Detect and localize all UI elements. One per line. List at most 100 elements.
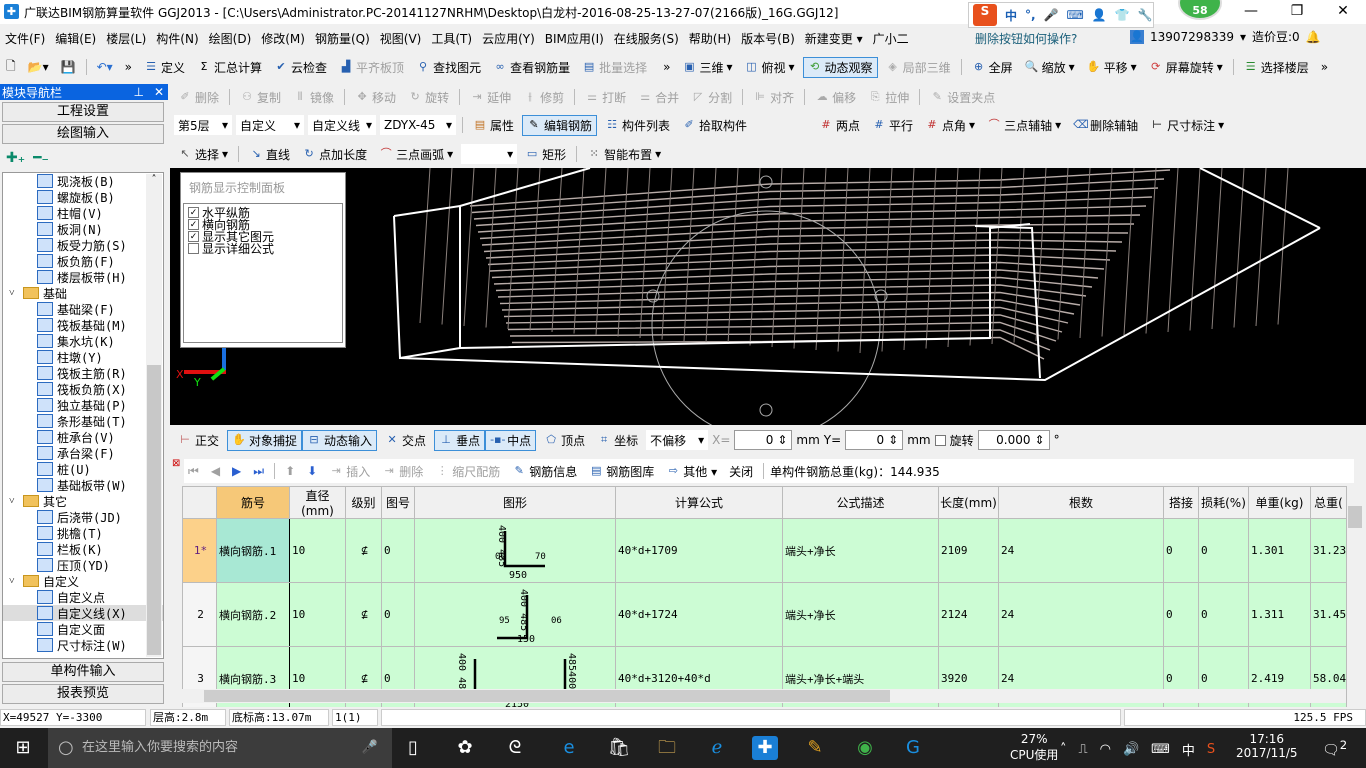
screen-rotate-button[interactable]: ⟳ 屏幕旋转 ▾ <box>1145 58 1227 77</box>
tree-item[interactable]: 筏板基础(M) <box>3 317 163 333</box>
menu-item[interactable]: 钢筋量(Q) <box>310 30 375 47</box>
cell-count[interactable]: 24 <box>998 582 1164 647</box>
cell-desc[interactable]: 端头+净长 <box>782 582 939 647</box>
menu-item[interactable]: 广小二 <box>868 30 914 47</box>
cloud-check-button[interactable]: ✔ 云检查 <box>270 58 331 77</box>
cell-loss[interactable]: 0 <box>1198 518 1249 583</box>
arc-mode-select[interactable]: ▾ <box>461 144 518 164</box>
save-icon[interactable]: 💾 <box>57 59 80 75</box>
overflow-icon[interactable]: » <box>1317 59 1332 75</box>
move-up-icon[interactable]: ⬆ <box>281 463 299 479</box>
fan-app-icon[interactable]: ✿ <box>452 736 478 760</box>
cell-len[interactable]: 2124 <box>938 582 999 647</box>
component-list-button[interactable]: ☷ 构件列表 <box>601 116 674 135</box>
coordinate-button[interactable]: ⌗ 坐标 <box>593 431 642 450</box>
volume-icon[interactable]: 🔊 <box>1123 742 1139 757</box>
cell-name[interactable]: 横向钢筋.1 <box>216 518 290 583</box>
tree-item[interactable]: 板负筋(F) <box>3 253 163 269</box>
3d-viewport[interactable]: 钢筋显示控制面板 ✓ 水平纵筋 ✓ 横向钢筋 ✓ 显示其它图元 显示详细公式 X Y <box>170 168 1366 425</box>
type-select[interactable]: 自定义 ▾ <box>236 115 304 135</box>
cell-grade[interactable]: ⊈ <box>345 582 382 647</box>
three-point-axis-button[interactable]: ⌒ 三点辅轴 ▾ <box>983 116 1065 135</box>
maximize-button[interactable]: ❐ <box>1274 0 1320 24</box>
pin-icon[interactable]: ⊥ <box>133 85 143 99</box>
column-header[interactable]: 筋号 <box>216 486 290 519</box>
tree-item[interactable]: 板受力筋(S) <box>3 237 163 253</box>
tree-item[interactable]: 集水坑(K) <box>3 333 163 349</box>
tree-item[interactable]: 板洞(N) <box>3 221 163 237</box>
offset-select[interactable]: 不偏移 ▾ <box>646 430 709 450</box>
ime-indicator[interactable]: 中 <box>1182 740 1195 759</box>
edit-tool-button[interactable]: ✎ 设置夹点 <box>926 88 999 107</box>
edit-rebar-button[interactable]: ✎ 编辑钢筋 <box>522 114 598 136</box>
cell-fig[interactable]: 0 <box>381 518 415 583</box>
rebar-library-button[interactable]: ▤ 钢筋图库 <box>585 462 658 481</box>
tree-item[interactable]: 柱墩(Y) <box>3 349 163 365</box>
orbit-handle-top[interactable] <box>759 175 773 189</box>
align-slab-top-button[interactable]: ▟ 平齐板顶 <box>335 58 408 77</box>
tree-item[interactable]: 自定义线(X) <box>3 605 163 621</box>
rotate-checkbox[interactable] <box>934 434 946 446</box>
cell-shape[interactable]: 400 485 150 95 06 <box>414 582 616 647</box>
menu-item[interactable]: 构件(N) <box>151 30 203 47</box>
parallel-axis-button[interactable]: # 平行 <box>868 116 917 135</box>
scale-rebar-button[interactable]: ⋮ 缩尺配筋 <box>431 462 504 481</box>
intersection-button[interactable]: ✕ 交点 <box>381 431 430 450</box>
select-floor-button[interactable]: ☰ 选择楼层 <box>1240 58 1313 77</box>
cell-formula[interactable]: 40*d+1724 <box>615 582 783 647</box>
menu-item[interactable]: BIM应用(I) <box>540 30 609 47</box>
minimize-button[interactable]: — <box>1228 0 1274 24</box>
overflow-icon[interactable]: » <box>659 59 674 75</box>
checkbox[interactable]: ✓ <box>188 218 199 230</box>
tree-item[interactable]: 承台梁(F) <box>3 445 163 461</box>
expand-all-icon[interactable]: ✚₊ <box>6 150 25 166</box>
wrench-icon[interactable]: 🔧 <box>1138 8 1153 22</box>
column-header[interactable]: 直径(mm) <box>289 486 346 519</box>
tree-item[interactable]: 现浇板(B) <box>3 173 163 189</box>
cell-dia[interactable]: 10 <box>289 518 346 583</box>
account-phone[interactable]: 13907298339 <box>1150 30 1234 44</box>
last-record-icon[interactable]: ⏭ <box>249 463 268 480</box>
column-header[interactable]: 计算公式 <box>615 486 783 519</box>
component-select[interactable]: ZDYX-45 ▾ <box>380 115 456 135</box>
mic-icon[interactable]: 🎤 <box>1044 8 1059 22</box>
cell-fig[interactable]: 0 <box>381 582 415 647</box>
tree-scrollbar[interactable]: ˄ <box>146 174 162 657</box>
tree-item[interactable]: 压顶(YD) <box>3 557 163 573</box>
pick-component-button[interactable]: ✐ 拾取构件 <box>678 116 751 135</box>
keyboard-icon[interactable]: ⌨ <box>1067 8 1084 22</box>
menu-item[interactable]: 新建变更 ▾ <box>800 30 868 47</box>
pan-button[interactable]: ✋ 平移 ▾ <box>1083 58 1141 77</box>
drawing-input-button[interactable]: 绘图输入 <box>2 124 164 144</box>
edit-tool-button[interactable]: ↻ 旋转 <box>404 88 453 107</box>
point-length-button[interactable]: ↻ 点加长度 <box>298 145 371 164</box>
tree-item[interactable]: 条形基础(T) <box>3 413 163 429</box>
object-snap-button[interactable]: ✋ 对象捕捉 <box>227 429 303 451</box>
green-app-icon[interactable]: ◉ <box>852 736 878 760</box>
first-record-icon[interactable]: ⏮ <box>184 463 203 480</box>
tree-item[interactable]: 桩承台(V) <box>3 429 163 445</box>
properties-button[interactable]: ▤ 属性 <box>469 116 518 135</box>
column-header[interactable]: 公式描述 <box>782 486 939 519</box>
cell-count[interactable]: 24 <box>998 518 1164 583</box>
tree-item[interactable]: 独立基础(P) <box>3 397 163 413</box>
menu-item[interactable]: 在线服务(S) <box>609 30 684 47</box>
cell-desc[interactable]: 端头+净长 <box>782 518 939 583</box>
floor-select[interactable]: 第5层 ▾ <box>174 115 232 135</box>
tree-item[interactable]: 桩(U) <box>3 461 163 477</box>
report-preview-button[interactable]: 报表预览 <box>2 684 164 704</box>
chevron-down-icon[interactable]: ˅ <box>9 288 23 299</box>
new-file-icon[interactable]: 🗋 <box>2 56 20 79</box>
tree-item[interactable]: 楼层板带(H) <box>3 269 163 285</box>
checkbox[interactable]: ✓ <box>188 206 199 218</box>
table-row[interactable]: 1* 横向钢筋.1 10 ⊈ 0 400 485 950 70 06 40*d+1709 端头+净长… <box>182 518 1347 583</box>
checkbox[interactable]: ✓ <box>188 230 199 242</box>
edit-tool-button[interactable]: ⊫ 对齐 <box>749 88 798 107</box>
taskbar-search[interactable]: ○ 在这里输入你要搜索的内容 🎤 <box>48 728 392 768</box>
cell-no[interactable]: 2 <box>182 582 217 647</box>
y-input[interactable]: 0 ⇕ <box>845 430 904 450</box>
notification-icon[interactable]: 🗨2 <box>1322 738 1347 759</box>
table-vscroll[interactable] <box>1347 486 1363 686</box>
cell-unit[interactable]: 1.301 <box>1248 518 1311 583</box>
ime-mode[interactable]: 中 <box>1005 7 1017 24</box>
